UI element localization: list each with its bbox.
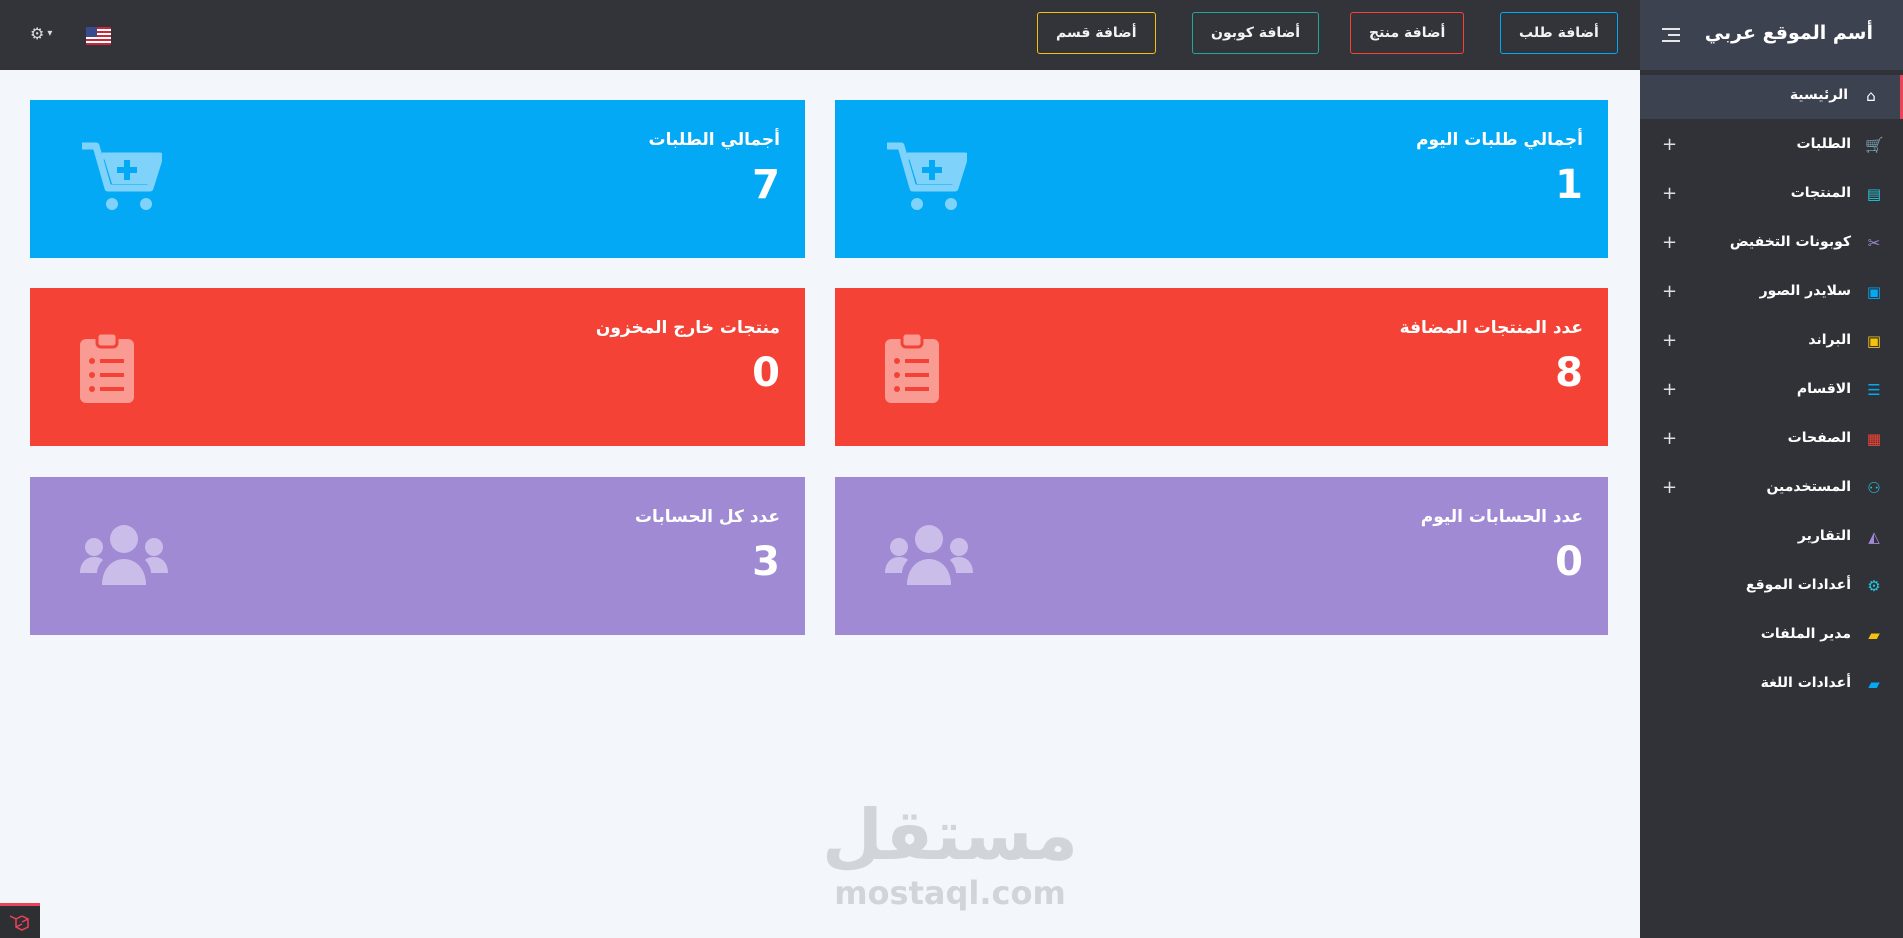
watermark-arabic: مستقل bbox=[821, 794, 1078, 876]
card-value: 3 bbox=[752, 539, 780, 585]
scissors-icon: ✂ bbox=[1867, 234, 1881, 252]
sidebar-item-13[interactable]: ▰ أعدادات اللغة bbox=[1640, 663, 1903, 707]
sidebar-item-label: الاقسام bbox=[1796, 381, 1851, 397]
sidebar: أسم الموقع عربي ⌂ الرئيسية 🛒 الطلبات + ▤ المنت… bbox=[1640, 0, 1903, 938]
sidebar-item-9[interactable]: ⚇ المستخدمين + bbox=[1640, 467, 1903, 511]
sidebar-item-label: المستخدمين bbox=[1766, 479, 1851, 495]
images-icon: ▣ bbox=[1866, 332, 1882, 350]
image-icon: ▣ bbox=[1866, 283, 1882, 301]
plus-icon[interactable]: + bbox=[1662, 183, 1677, 204]
clipboard-list-icon bbox=[885, 331, 939, 407]
card-total-orders: أجمالي الطلبات 7 bbox=[30, 100, 805, 258]
card-today-orders: أجمالي طلبات اليوم 1 bbox=[835, 100, 1608, 258]
card-title: عدد الحسابات اليوم bbox=[1420, 507, 1583, 527]
sidebar-item-2[interactable]: 🛒 الطلبات + bbox=[1640, 124, 1903, 168]
watermark: مستقل mostaql.com bbox=[820, 800, 1080, 912]
plus-icon[interactable]: + bbox=[1662, 232, 1677, 253]
us-flag-icon[interactable] bbox=[86, 27, 111, 45]
sidebar-item-12[interactable]: ▰ مدير الملفات bbox=[1640, 614, 1903, 658]
chevron-down-icon: ▾ bbox=[47, 28, 53, 39]
sidebar-item-label: مدير الملفات bbox=[1760, 626, 1851, 642]
plus-icon[interactable]: + bbox=[1662, 281, 1677, 302]
cart-icon: 🛒 bbox=[1865, 136, 1884, 154]
gear-icon: ⚙ bbox=[1867, 577, 1881, 595]
sidebar-item-4[interactable]: ✂ كوبونات التخفيض + bbox=[1640, 222, 1903, 266]
gear-icon: ⚙ bbox=[30, 24, 45, 43]
sidebar-item-3[interactable]: ▤ المنتجات + bbox=[1640, 173, 1903, 217]
add-category-button[interactable]: أضافة قسم bbox=[1037, 12, 1156, 54]
add-coupon-button[interactable]: أضافة كوبون bbox=[1192, 12, 1320, 54]
laravel-logo-icon[interactable] bbox=[0, 903, 40, 938]
sidebar-item-label: الطلبات bbox=[1796, 136, 1851, 152]
card-title: أجمالي الطلبات bbox=[648, 130, 780, 150]
card-title: أجمالي طلبات اليوم bbox=[1416, 130, 1583, 150]
site-title[interactable]: أسم الموقع عربي bbox=[1705, 22, 1873, 44]
plus-icon[interactable]: + bbox=[1662, 428, 1677, 449]
users-icon bbox=[80, 523, 168, 591]
sidebar-item-label: التقارير bbox=[1797, 528, 1851, 544]
cart-plus-icon bbox=[80, 142, 164, 218]
sidebar-item-5[interactable]: ▣ سلايدر الصور + bbox=[1640, 271, 1903, 315]
add-product-button[interactable]: أضافة منتج bbox=[1350, 12, 1465, 54]
newspaper-icon: ▦ bbox=[1866, 430, 1882, 448]
sidebar-item-label: المنتجات bbox=[1790, 185, 1851, 201]
users-icon bbox=[885, 523, 973, 591]
sidebar-item-label: أعدادات اللغة bbox=[1760, 675, 1851, 691]
sidebar-item-7[interactable]: ☰ الاقسام + bbox=[1640, 369, 1903, 413]
clipboard-icon: ▤ bbox=[1866, 185, 1882, 203]
sidebar-item-1[interactable]: ⌂ الرئيسية bbox=[1640, 75, 1903, 119]
sidebar-item-8[interactable]: ▦ الصفحات + bbox=[1640, 418, 1903, 462]
cart-plus-icon bbox=[885, 142, 969, 218]
card-title: عدد كل الحسابات bbox=[634, 507, 780, 527]
sidebar-item-label: كوبونات التخفيض bbox=[1729, 234, 1851, 250]
sidebar-item-label: أعدادات الموقع bbox=[1745, 577, 1851, 593]
plus-icon[interactable]: + bbox=[1662, 379, 1677, 400]
folder-open-icon: ▰ bbox=[1868, 675, 1880, 693]
chart-area-icon: ◭ bbox=[1868, 528, 1880, 546]
watermark-latin: mostaql.com bbox=[834, 874, 1066, 912]
plus-icon[interactable]: + bbox=[1662, 330, 1677, 351]
sidebar-item-10[interactable]: ◭ التقارير bbox=[1640, 516, 1903, 560]
card-value: 0 bbox=[752, 350, 780, 396]
card-title: منتجات خارج المخزون bbox=[595, 318, 780, 338]
sidebar-item-11[interactable]: ⚙ أعدادات الموقع bbox=[1640, 565, 1903, 609]
plus-icon[interactable]: + bbox=[1662, 477, 1677, 498]
sidebar-item-label: سلايدر الصور bbox=[1759, 283, 1851, 299]
top-navbar: ⚙ ▾ أضافة طلب أضافة منتج أضافة كوبون أضا… bbox=[0, 0, 1640, 70]
folder-open-icon: ▰ bbox=[1868, 626, 1880, 644]
card-value: 8 bbox=[1555, 350, 1583, 396]
list-icon: ☰ bbox=[1867, 381, 1881, 399]
sidebar-item-label: الرئيسية bbox=[1789, 87, 1848, 103]
card-total-accounts: عدد كل الحسابات 3 bbox=[30, 477, 805, 635]
card-title: عدد المنتجات المضافة bbox=[1399, 318, 1583, 338]
card-today-accounts: عدد الحسابات اليوم 0 bbox=[835, 477, 1608, 635]
plus-icon[interactable]: + bbox=[1662, 134, 1677, 155]
sidebar-item-6[interactable]: ▣ البراند + bbox=[1640, 320, 1903, 364]
card-value: 7 bbox=[752, 162, 780, 208]
card-out-of-stock: منتجات خارج المخزون 0 bbox=[30, 288, 805, 446]
users-cog-icon: ⚇ bbox=[1867, 479, 1881, 497]
clipboard-list-icon bbox=[80, 331, 134, 407]
sidebar-item-label: الصفحات bbox=[1787, 430, 1851, 446]
sidebar-item-label: البراند bbox=[1808, 332, 1851, 348]
sidebar-header: أسم الموقع عربي bbox=[1640, 0, 1903, 70]
settings-dropdown[interactable]: ⚙ ▾ bbox=[30, 24, 52, 43]
menu-toggle-icon[interactable] bbox=[1662, 28, 1680, 46]
add-order-button[interactable]: أضافة طلب bbox=[1500, 12, 1618, 54]
card-value: 0 bbox=[1555, 539, 1583, 585]
card-added-products: عدد المنتجات المضافة 8 bbox=[835, 288, 1608, 446]
card-value: 1 bbox=[1555, 162, 1583, 208]
home-icon: ⌂ bbox=[1866, 87, 1876, 105]
